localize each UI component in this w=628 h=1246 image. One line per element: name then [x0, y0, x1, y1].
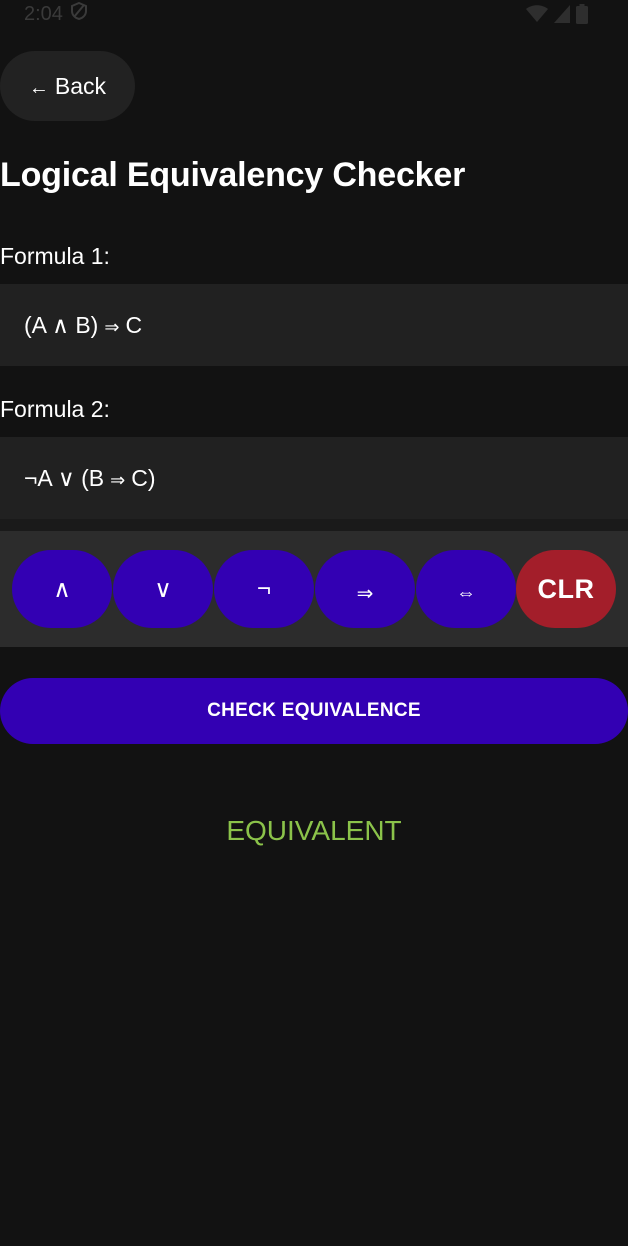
result-text: EQUIVALENT — [226, 815, 402, 846]
formula1-text-a: (A ∧ B) — [24, 311, 99, 338]
symbol-keypad: ∧ ∨ ¬ ⇒ ⇔ CLR — [0, 531, 628, 647]
formula2-input[interactable]: ¬A ∨ (B ⇒ C) — [0, 437, 628, 519]
status-left: 2:04 — [24, 1, 87, 26]
back-label: Back — [54, 72, 107, 99]
implies-key[interactable]: ⇒ — [315, 550, 415, 628]
back-arrow-icon: ← — [28, 76, 49, 99]
formula2-label: Formula 2: — [0, 396, 110, 422]
status-right — [526, 4, 588, 24]
formula1-implies-symbol: ⇒ — [104, 316, 120, 337]
formula1-text-b: C — [125, 311, 143, 338]
clear-key[interactable]: CLR — [516, 550, 616, 628]
check-equivalence-button[interactable]: CHECK EQUIVALENCE — [0, 678, 628, 744]
or-key[interactable]: ∨ — [113, 550, 213, 628]
formula1-input[interactable]: (A ∧ B) ⇒ C — [0, 284, 628, 366]
not-key[interactable]: ¬ — [214, 550, 314, 628]
page-title: Logical Equivalency Checker — [0, 156, 466, 194]
formula2-text-a: ¬A ∨ (B — [24, 464, 105, 491]
wifi-icon — [526, 5, 548, 23]
back-button[interactable]: ← Back — [0, 51, 135, 121]
signal-icon — [554, 5, 570, 23]
status-bar: 2:04 — [0, 0, 628, 28]
app-screen: 2:04 ← Back Logical Equivalency Checker … — [0, 0, 628, 1246]
formula2-implies-symbol: ⇒ — [110, 469, 126, 490]
iff-key[interactable]: ⇔ — [416, 550, 516, 628]
divider — [0, 519, 628, 531]
battery-icon — [576, 4, 588, 24]
shield-icon — [70, 1, 87, 26]
formula1-label: Formula 1: — [0, 243, 110, 269]
formula2-text-b: C) — [131, 464, 156, 491]
status-time: 2:04 — [24, 2, 63, 25]
and-key[interactable]: ∧ — [12, 550, 112, 628]
